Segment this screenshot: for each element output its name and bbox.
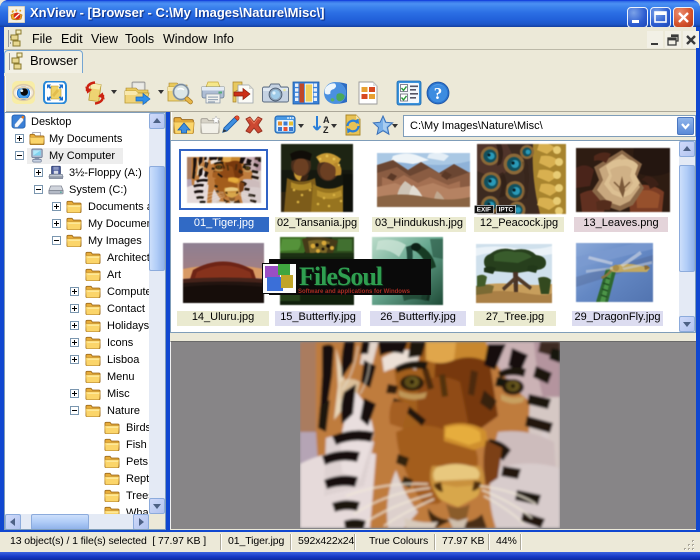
- svg-text:Z: Z: [323, 125, 329, 135]
- svg-text:?: ?: [434, 84, 443, 103]
- svg-text:A: A: [323, 115, 330, 125]
